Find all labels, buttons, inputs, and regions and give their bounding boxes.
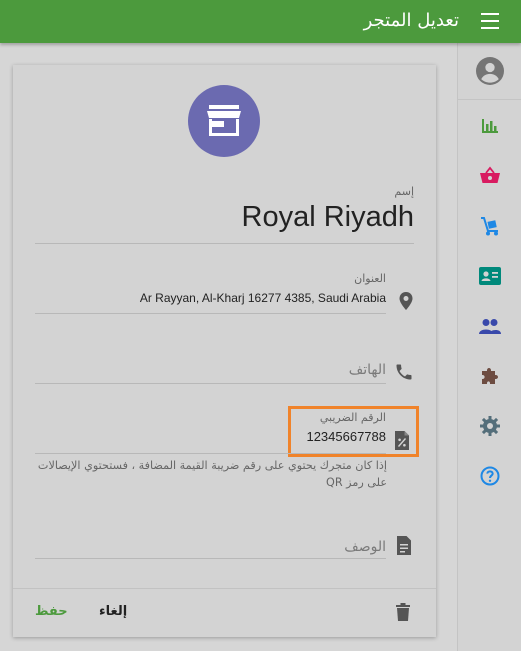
cancel-button[interactable]: إلغاء (99, 604, 127, 619)
tax-note: إذا كان متجرك يحتوي على رقم ضريبة القيمة… (37, 459, 387, 489)
address-field[interactable]: Ar Rayyan, Al-Kharj 16277 4385, Saudi Ar… (140, 291, 386, 305)
store-avatar[interactable] (188, 85, 260, 157)
nav-rail (457, 43, 521, 651)
rail-item-reports[interactable] (458, 106, 521, 146)
app-bar: تعديل المتجر (0, 0, 521, 43)
description-document-icon (397, 536, 411, 555)
address-label: العنوان (354, 272, 386, 285)
address-underline (35, 313, 386, 314)
account-avatar[interactable] (458, 49, 521, 93)
gear-icon (480, 416, 500, 436)
menu-icon[interactable] (481, 13, 499, 29)
name-label: إسم (394, 185, 414, 198)
dolly-icon (481, 217, 498, 236)
tax-document-icon (395, 431, 409, 450)
location-pin-icon (399, 292, 413, 310)
store-name-field[interactable]: Royal Riyadh (242, 201, 414, 234)
id-card-icon (479, 267, 501, 285)
description-field[interactable]: الوصف (344, 539, 386, 555)
tax-number-label: الرقم الضريبي (319, 411, 386, 424)
help-circle-icon (480, 466, 500, 486)
people-icon (479, 319, 501, 334)
bar-chart-icon (482, 119, 498, 133)
tax-number-field[interactable]: 12345667788 (306, 429, 386, 444)
phone-underline (35, 383, 386, 384)
name-underline (35, 243, 414, 244)
save-button[interactable]: حفظ (35, 604, 68, 619)
store-form-card: إسم Royal Riyadh العنوان Ar Rayyan, Al-K… (13, 65, 436, 637)
store-icon (207, 105, 241, 136)
puzzle-icon (482, 368, 498, 384)
account-circle-icon (476, 57, 504, 85)
phone-icon (396, 364, 412, 380)
basket-icon (480, 166, 500, 183)
tax-number-underline (35, 453, 386, 454)
rail-item-settings[interactable] (458, 406, 521, 446)
rail-item-addons[interactable] (458, 356, 521, 396)
description-underline (35, 558, 386, 559)
rail-item-help[interactable] (458, 456, 521, 496)
page-title: تعديل المتجر (363, 10, 459, 31)
phone-field[interactable]: الهاتف (349, 362, 386, 378)
footer-divider (13, 588, 436, 589)
rail-divider (458, 99, 521, 100)
trash-icon[interactable] (396, 603, 410, 621)
rail-item-customers[interactable] (458, 256, 521, 296)
rail-item-purchases[interactable] (458, 206, 521, 246)
rail-item-users[interactable] (458, 306, 521, 346)
rail-item-sales[interactable] (458, 156, 521, 196)
